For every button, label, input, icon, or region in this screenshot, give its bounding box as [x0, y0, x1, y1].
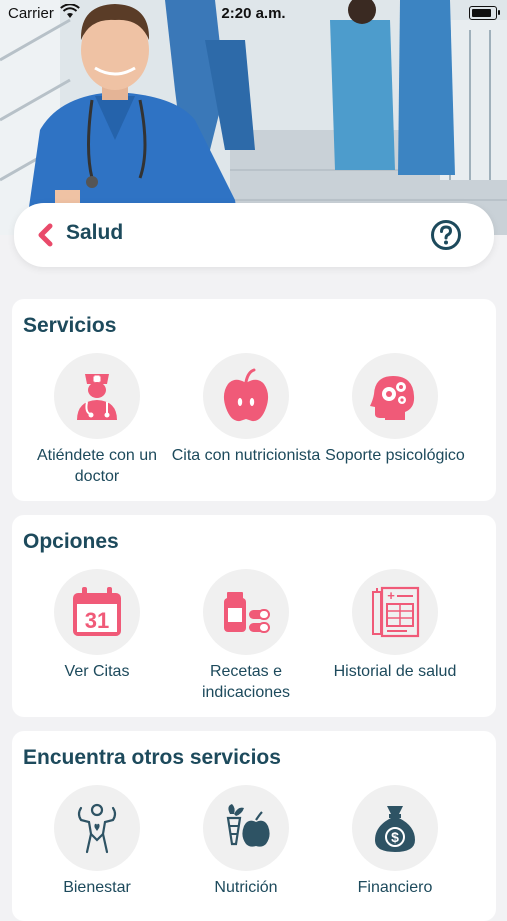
- section-otros-servicios: Encuentra otros servicios Bienestar Nutr…: [12, 731, 496, 921]
- hero-illustration: [0, 0, 507, 235]
- tile-label: Financiero: [357, 879, 433, 896]
- tile-psicologico[interactable]: Soporte psicológico: [315, 353, 475, 466]
- money-bag-icon: $: [375, 806, 415, 852]
- tile-label: Atiéndete con un doctor: [36, 447, 158, 485]
- medical-record-icon: +: [372, 586, 420, 638]
- tile-label: Bienestar: [63, 879, 131, 896]
- header-card: Salud: [14, 203, 494, 267]
- help-circle-icon[interactable]: [430, 219, 462, 251]
- page-title: Salud: [66, 221, 124, 244]
- battery-icon: [469, 6, 500, 20]
- tile-recetas[interactable]: Recetas e indicaciones: [166, 569, 326, 703]
- tile-label: Nutrición: [214, 879, 278, 896]
- tile-label: Soporte psicológico: [325, 447, 465, 464]
- section-opciones: Opciones 31 Ver Citas Recetas e indicaci…: [12, 515, 496, 717]
- tile-icon-circle: [54, 353, 140, 439]
- tile-financiero[interactable]: $ Financiero: [315, 785, 475, 898]
- section-servicios: Servicios Atiéndete con un doctor Cita c…: [12, 299, 496, 501]
- section-title: Encuentra otros servicios: [23, 746, 281, 769]
- wellness-person-icon: [77, 803, 117, 854]
- tile-icon-circle: +: [352, 569, 438, 655]
- medicine-icon: [224, 592, 270, 633]
- tile-bienestar[interactable]: Bienestar: [17, 785, 177, 898]
- tile-label: Historial de salud: [333, 663, 457, 680]
- tile-ver-citas[interactable]: 31 Ver Citas: [17, 569, 177, 682]
- section-title: Servicios: [23, 314, 117, 337]
- tile-icon-circle: [54, 785, 140, 871]
- status-bar: Carrier 2:20 a.m.: [0, 0, 507, 28]
- tile-icon-circle: [352, 353, 438, 439]
- tile-icon-circle: [203, 353, 289, 439]
- tile-label: Cita con nutricionista: [171, 447, 321, 464]
- apple-icon: [223, 368, 269, 422]
- tile-nutricionista[interactable]: Cita con nutricionista: [166, 353, 326, 466]
- nurse-icon: [77, 374, 117, 420]
- calendar-icon: 31: [73, 587, 121, 636]
- tile-nutricion[interactable]: Nutrición: [166, 785, 326, 898]
- hero-image: Carrier 2:20 a.m.: [0, 0, 507, 235]
- tile-icon-circle: [203, 569, 289, 655]
- calendar-day: 31: [85, 608, 109, 633]
- tile-icon-circle: [203, 785, 289, 871]
- tile-historial[interactable]: + Historial de salud: [315, 569, 475, 682]
- tile-label: Ver Citas: [64, 663, 130, 680]
- tile-icon-circle: $: [352, 785, 438, 871]
- record-mark: +: [387, 588, 395, 603]
- tile-label: Recetas e indicaciones: [201, 663, 291, 701]
- chevron-left-icon[interactable]: [34, 222, 58, 248]
- currency-symbol: $: [391, 829, 399, 845]
- status-time: 2:20 a.m.: [221, 5, 286, 22]
- vegetables-icon: [226, 804, 270, 847]
- tile-doctor[interactable]: Atiéndete con un doctor: [17, 353, 177, 487]
- head-gears-icon: [370, 376, 415, 420]
- tile-icon-circle: 31: [54, 569, 140, 655]
- section-title: Opciones: [23, 530, 119, 553]
